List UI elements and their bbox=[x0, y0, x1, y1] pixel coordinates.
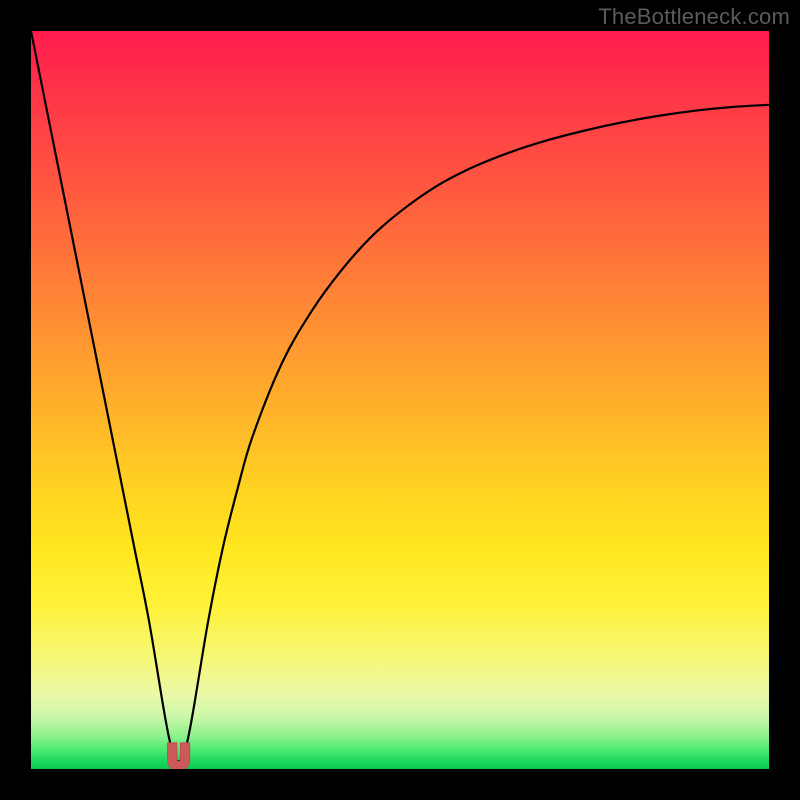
curve-layer bbox=[31, 31, 769, 769]
minimum-marker bbox=[168, 743, 190, 769]
outer-frame: TheBottleneck.com bbox=[0, 0, 800, 800]
watermark-text: TheBottleneck.com bbox=[598, 4, 790, 30]
plot-area bbox=[31, 31, 769, 769]
bottleneck-curve bbox=[31, 31, 769, 762]
